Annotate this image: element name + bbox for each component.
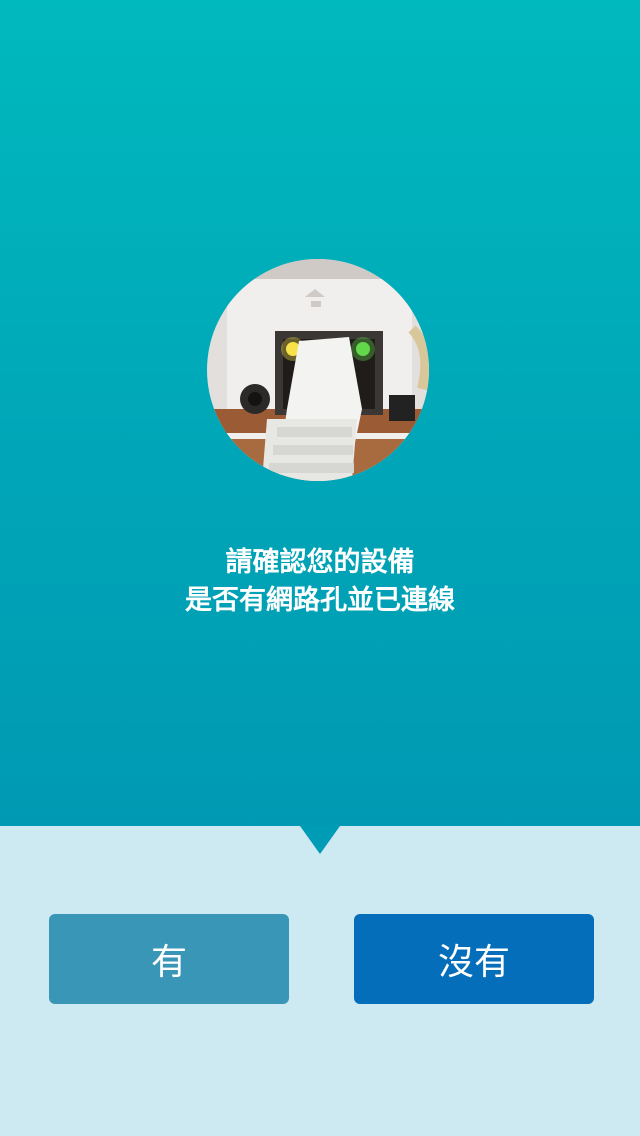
top-panel: 請確認您的設備 是否有網路孔並已連線 <box>0 0 640 826</box>
connection-prompt: 請確認您的設備 是否有網路孔並已連線 <box>0 544 640 620</box>
prompt-line-1: 請確認您的設備 <box>225 547 415 578</box>
screen: 請確認您的設備 是否有網路孔並已連線 有 沒有 <box>0 0 640 1136</box>
yes-button[interactable]: 有 <box>49 914 289 1004</box>
ethernet-port-photo <box>207 259 429 481</box>
prompt-line-2: 是否有網路孔並已連線 <box>185 585 455 616</box>
pointer-triangle-icon <box>300 826 340 854</box>
no-button[interactable]: 沒有 <box>354 914 594 1004</box>
